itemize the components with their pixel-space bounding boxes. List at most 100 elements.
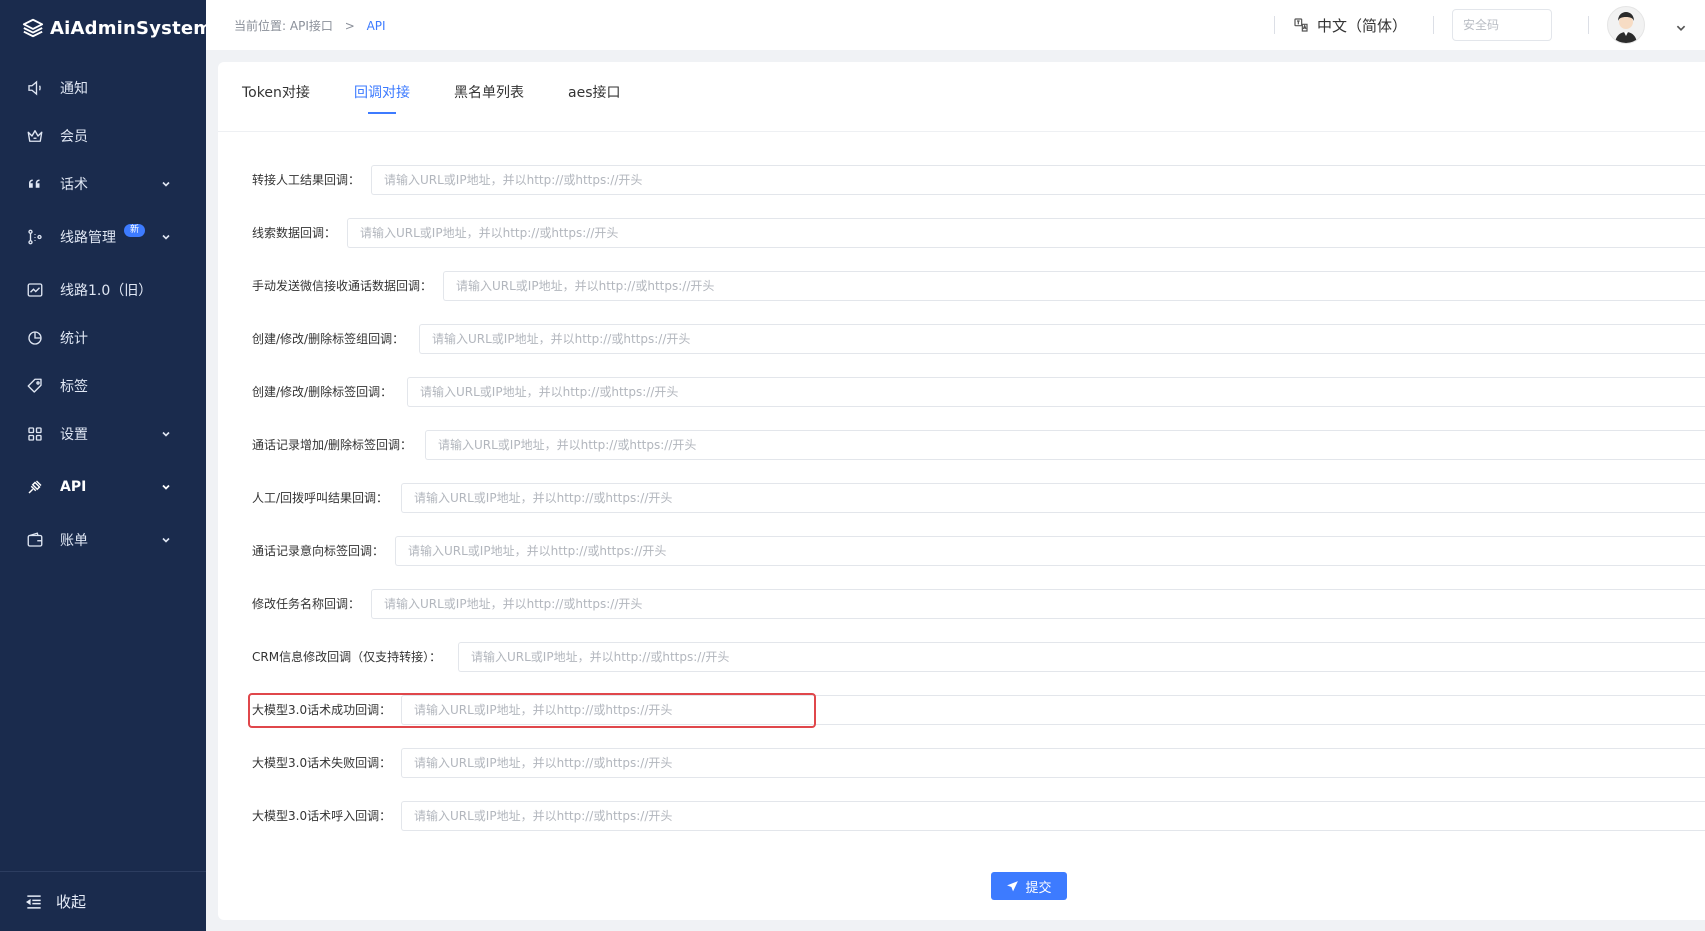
sidebar-item-route-manage[interactable]: 线路管理 新 xyxy=(0,208,206,266)
form-row: 大模型3.0话术失败回调： xyxy=(218,747,1705,779)
field-label: 大模型3.0话术呼入回调： xyxy=(252,809,392,823)
field-label: 手动发送微信接收通话数据回调： xyxy=(252,279,433,293)
sidebar-item-tags[interactable]: 标签 xyxy=(0,362,206,410)
submit-button[interactable]: 提交 xyxy=(991,872,1067,900)
field-label: 大模型3.0话术失败回调： xyxy=(252,756,392,770)
app-logo[interactable]: AiAdminSystem xyxy=(0,0,212,56)
form-row: 转接人工结果回调： xyxy=(218,164,1705,196)
chevron-down-icon xyxy=(160,481,172,493)
collapse-label: 收起 xyxy=(56,893,87,911)
form-row: 线索数据回调： xyxy=(218,217,1705,249)
sidebar-item-notify[interactable]: 通知 xyxy=(0,64,206,112)
form-row: 人工/回拨呼叫结果回调： xyxy=(218,482,1705,514)
breadcrumb-parent[interactable]: API接口 xyxy=(290,19,333,33)
tab-aes[interactable]: aes接口 xyxy=(568,82,621,122)
transfer-result-callback-input[interactable] xyxy=(371,165,1705,195)
llm-inbound-callback-input[interactable] xyxy=(401,801,1705,831)
tab-token[interactable]: Token对接 xyxy=(242,82,310,122)
tab-blacklist[interactable]: 黑名单列表 xyxy=(454,82,524,122)
form-row: CRM信息修改回调（仅支持转接）： xyxy=(218,641,1705,673)
tab-callback[interactable]: 回调对接 xyxy=(354,82,410,122)
form-row: 手动发送微信接收通话数据回调： xyxy=(218,270,1705,302)
collapse-sidebar-button[interactable]: 收起 xyxy=(0,871,206,931)
avatar[interactable] xyxy=(1607,6,1645,44)
sidebar-menu: 通知 会员 话术 线路管理 新 线路1.0（旧） 统计 标签 设置 API 账单 xyxy=(0,64,206,564)
content-card: Token对接 回调对接 黑名单列表 aes接口 转接人工结果回调： 线索数据回… xyxy=(218,62,1705,920)
speaker-icon xyxy=(26,79,44,97)
sidebar-item-route-legacy[interactable]: 线路1.0（旧） xyxy=(0,266,206,314)
grid-icon xyxy=(26,425,44,443)
new-badge: 新 xyxy=(124,223,146,237)
sidebar-item-label: 会员 xyxy=(60,129,88,145)
field-label: 线索数据回调： xyxy=(252,226,337,240)
app-title: AiAdminSystem xyxy=(50,17,213,39)
chevron-down-icon xyxy=(160,428,172,440)
field-label: 创建/修改/删除标签组回调： xyxy=(252,332,405,346)
breadcrumb-prefix: 当前位置: xyxy=(234,18,287,33)
tab-bar: Token对接 回调对接 黑名单列表 aes接口 xyxy=(218,62,1705,132)
sidebar-item-label: 账单 xyxy=(60,533,88,549)
field-label: 转接人工结果回调： xyxy=(252,173,361,187)
submit-label: 提交 xyxy=(1025,880,1052,896)
wallet-icon xyxy=(26,531,44,549)
sidebar: AiAdminSystem 通知 会员 话术 线路管理 新 线路1.0（旧） 统… xyxy=(0,0,212,931)
sidebar-item-label: 通知 xyxy=(60,81,88,97)
field-label: 通话记录增加/删除标签回调： xyxy=(252,438,413,452)
sidebar-item-settings[interactable]: 设置 xyxy=(0,410,206,458)
lead-data-callback-input[interactable] xyxy=(347,218,1705,248)
sidebar-item-label: API xyxy=(60,479,87,495)
llm-success-callback-input[interactable] xyxy=(401,695,1705,725)
sidebar-item-script[interactable]: 话术 xyxy=(0,160,206,208)
sidebar-item-label: 设置 xyxy=(60,427,88,443)
sidebar-item-label: 线路1.0（旧） xyxy=(60,283,153,299)
form-row: 大模型3.0话术呼入回调： xyxy=(218,800,1705,832)
crown-icon xyxy=(26,127,44,145)
translate-icon xyxy=(1293,17,1309,33)
sidebar-item-label: 话术 xyxy=(60,177,88,193)
sidebar-item-member[interactable]: 会员 xyxy=(0,112,206,160)
divider xyxy=(1433,16,1434,34)
call-record-tag-callback-input[interactable] xyxy=(425,430,1705,460)
form-row: 通话记录意向标签回调： xyxy=(218,535,1705,567)
breadcrumb: 当前位置: API接口 > API xyxy=(234,17,386,34)
divider xyxy=(1588,16,1589,34)
task-rename-callback-input[interactable] xyxy=(371,589,1705,619)
quote-icon xyxy=(26,175,44,193)
sidebar-item-statistics[interactable]: 统计 xyxy=(0,314,206,362)
tag-icon xyxy=(26,377,44,395)
sidebar-item-billing[interactable]: 账单 xyxy=(0,516,206,564)
layers-logo-icon xyxy=(22,17,44,39)
language-label: 中文（简体） xyxy=(1316,16,1407,35)
form-row: 修改任务名称回调： xyxy=(218,588,1705,620)
chevron-down-icon[interactable] xyxy=(1675,19,1687,31)
field-label: 修改任务名称回调： xyxy=(252,597,361,611)
security-code-input[interactable] xyxy=(1452,9,1552,41)
divider xyxy=(1273,16,1275,34)
chevron-down-icon xyxy=(160,178,172,190)
language-switcher[interactable]: 中文（简体） xyxy=(1293,15,1407,36)
indent-list-icon xyxy=(24,892,44,912)
sidebar-item-api[interactable]: API xyxy=(0,458,206,516)
field-label: 通话记录意向标签回调： xyxy=(252,544,385,558)
plug-icon xyxy=(26,478,44,496)
header-right: 中文（简体） xyxy=(1273,0,1705,50)
tag-group-callback-input[interactable] xyxy=(419,324,1705,354)
intent-tag-callback-input[interactable] xyxy=(395,536,1705,566)
form-row: 创建/修改/删除标签组回调： xyxy=(218,323,1705,355)
field-label: 大模型3.0话术成功回调： xyxy=(252,703,392,717)
sidebar-item-label: 线路管理 xyxy=(60,230,116,246)
form-row: 大模型3.0话术成功回调： xyxy=(218,694,1705,726)
field-label: 创建/修改/删除标签回调： xyxy=(252,385,393,399)
sidebar-item-label: 标签 xyxy=(60,379,88,395)
pie-chart-icon xyxy=(26,329,44,347)
sidebar-item-label: 统计 xyxy=(60,331,88,347)
crm-info-callback-input[interactable] xyxy=(458,642,1705,672)
field-label: CRM信息修改回调（仅支持转接）： xyxy=(252,650,442,664)
wechat-call-data-callback-input[interactable] xyxy=(443,271,1705,301)
llm-failure-callback-input[interactable] xyxy=(401,748,1705,778)
tag-callback-input[interactable] xyxy=(407,377,1705,407)
manual-callback-result-input[interactable] xyxy=(401,483,1705,513)
field-label: 人工/回拨呼叫结果回调： xyxy=(252,491,389,505)
chart-board-icon xyxy=(26,281,44,299)
route-icon xyxy=(26,228,44,246)
